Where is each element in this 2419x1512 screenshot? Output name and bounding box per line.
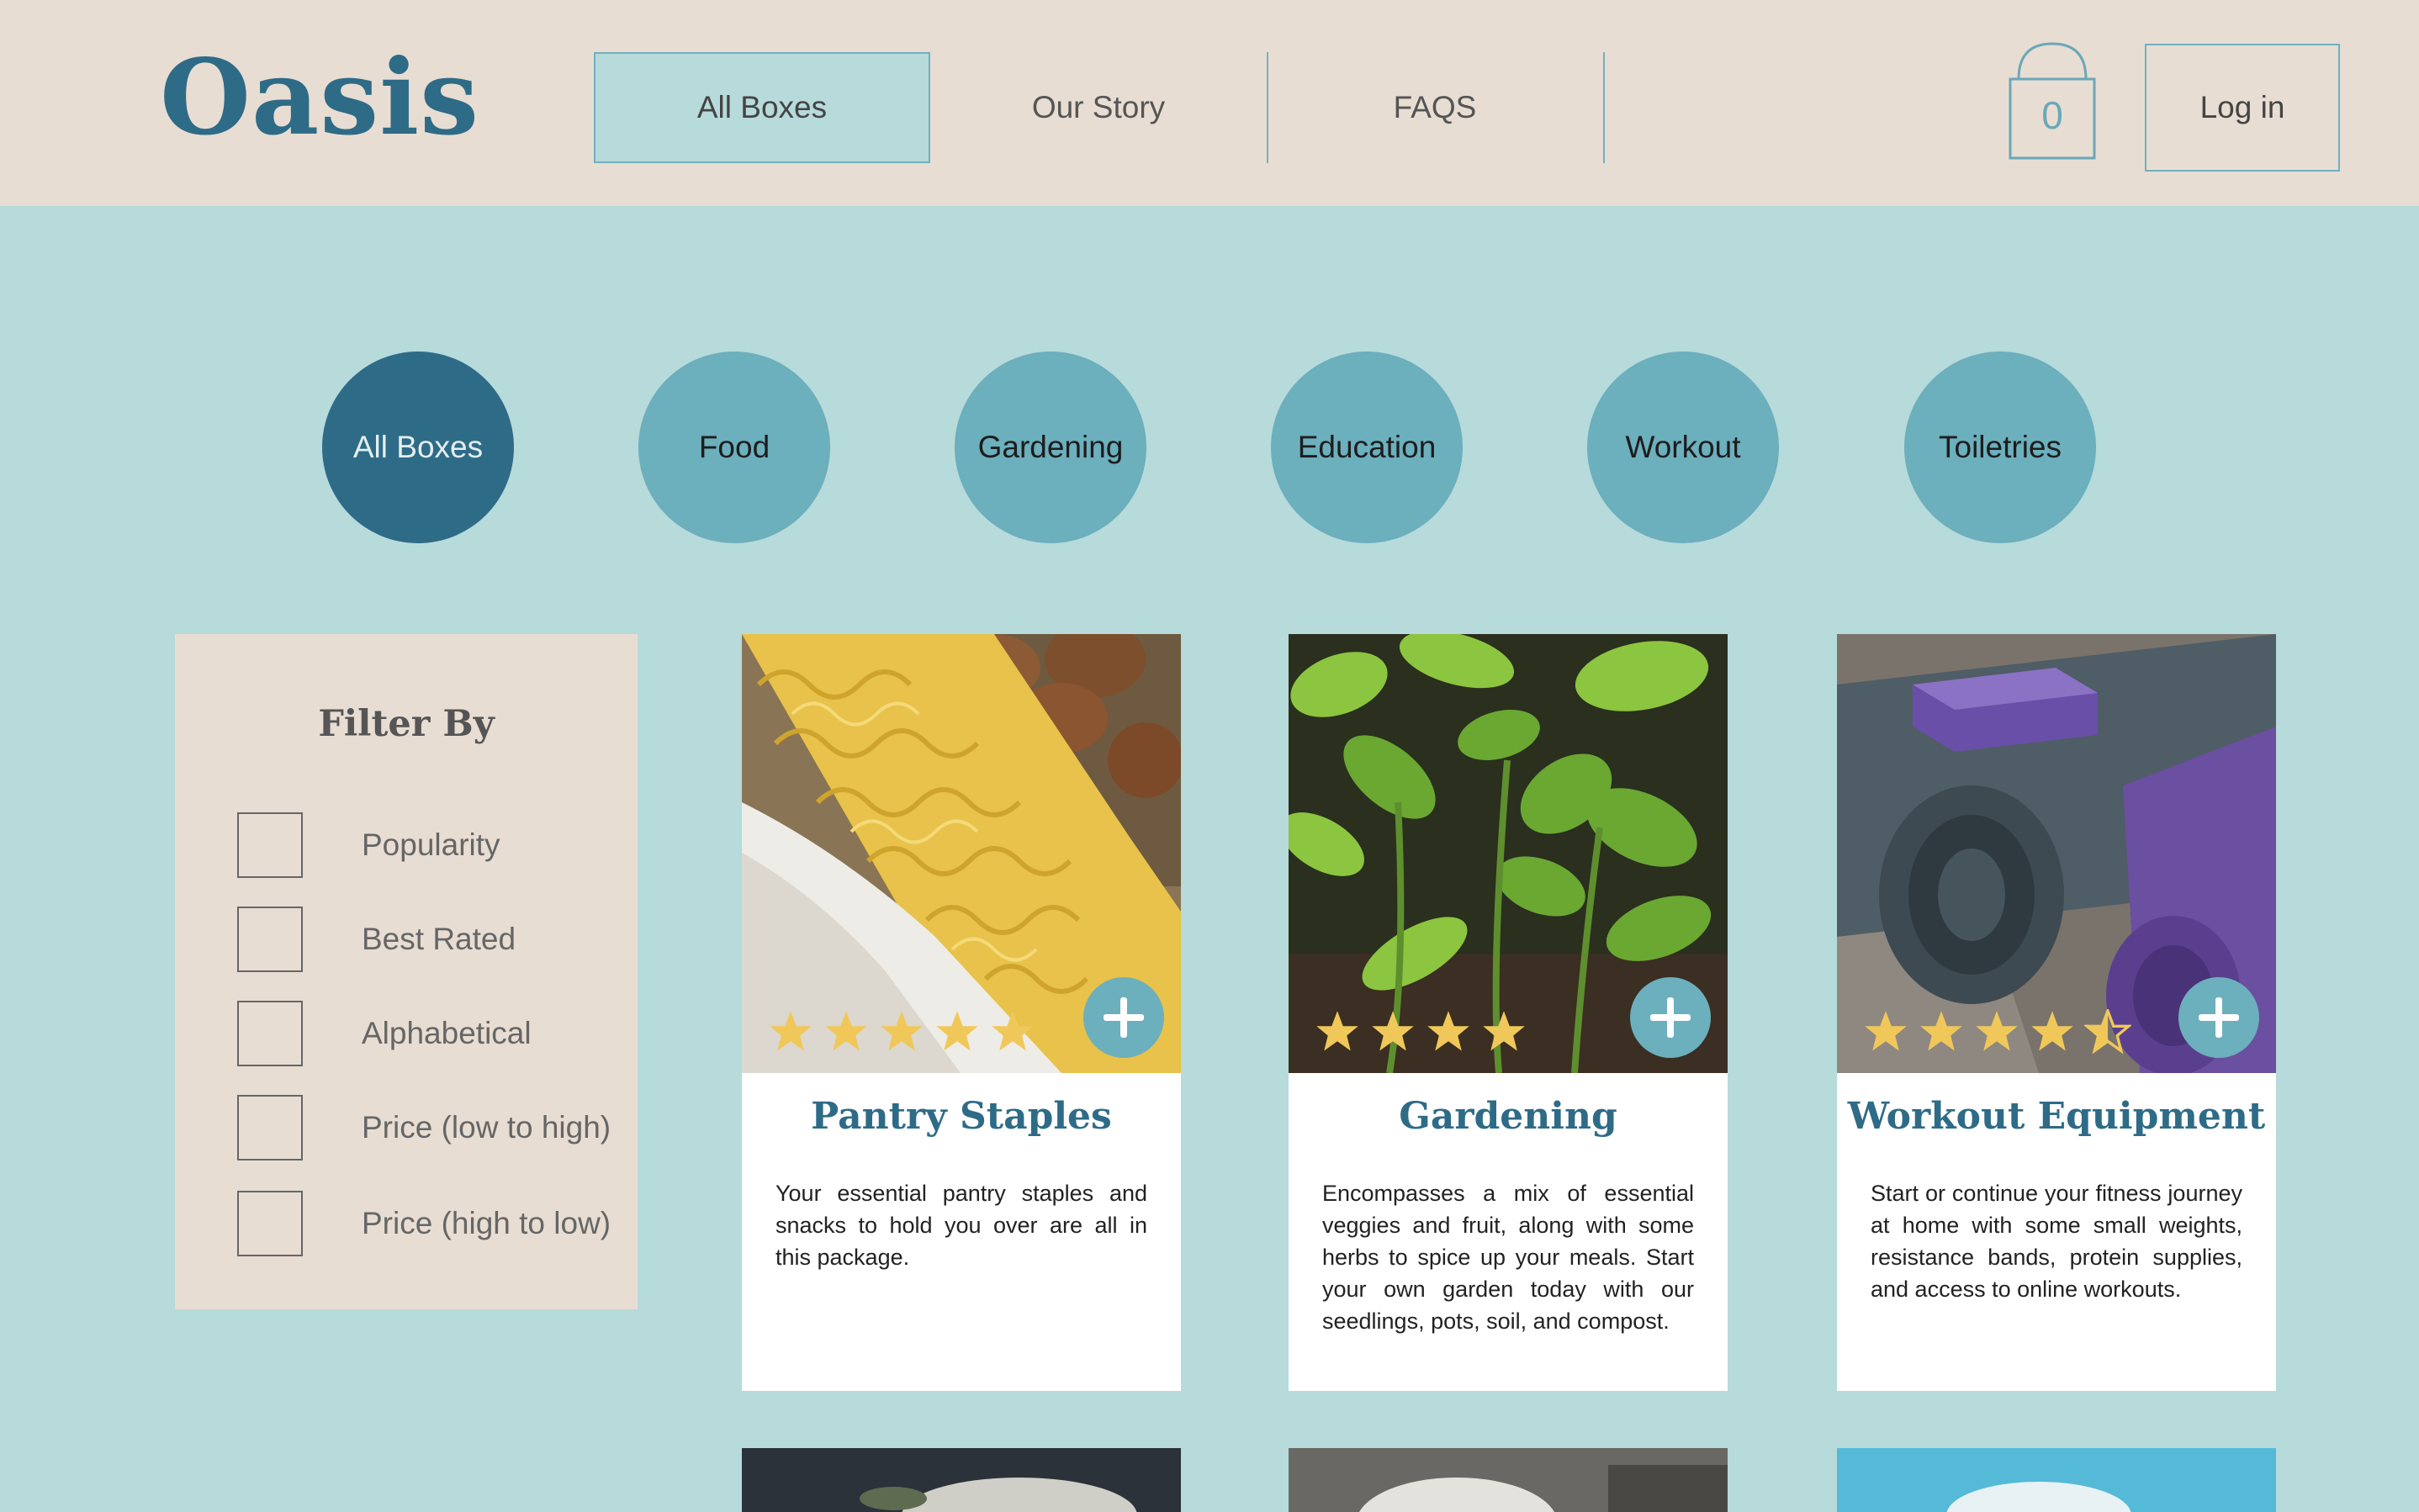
product-description: Start or continue your fitness journey a… xyxy=(1871,1181,2242,1302)
filter-option-popularity[interactable]: Popularity xyxy=(237,812,624,878)
filter-checkbox[interactable] xyxy=(237,1001,303,1066)
add-to-cart-button[interactable] xyxy=(2178,977,2259,1058)
star-icon xyxy=(1920,1011,1962,1051)
product-image-workout[interactable] xyxy=(1837,634,2276,1073)
add-to-cart-button[interactable] xyxy=(1083,977,1164,1058)
filter-option-alphabetical[interactable]: Alphabetical xyxy=(237,1001,624,1066)
nav-faqs[interactable]: FAQS xyxy=(1267,52,1603,163)
product-card-workout[interactable]: Workout Equipment Start or continue your… xyxy=(1837,634,2276,1391)
filter-label: Alphabetical xyxy=(362,1016,532,1050)
star-icon xyxy=(1483,1011,1525,1051)
cart-count: 0 xyxy=(2041,93,2063,137)
category-all-boxes[interactable]: All Boxes xyxy=(322,352,514,543)
category-workout[interactable]: Workout xyxy=(1587,352,1779,543)
cart-button[interactable]: 0 xyxy=(2009,40,2096,160)
category-toiletries[interactable]: Toiletries xyxy=(1904,352,2096,543)
site-header: Oasis All Boxes Our Story FAQS 0 Log in xyxy=(0,0,2419,206)
product-title[interactable]: Workout Equipment xyxy=(1837,1095,2276,1138)
product-image-gardening[interactable] xyxy=(1289,634,1728,1073)
rating-stars xyxy=(1314,1009,1527,1055)
filter-panel: Filter By Popularity Best Rated Alphabet… xyxy=(175,634,638,1309)
half-star-icon xyxy=(2084,1009,2131,1055)
filter-label: Price (high to low) xyxy=(362,1206,611,1240)
filter-checkbox[interactable] xyxy=(237,907,303,972)
nav-our-story[interactable]: Our Story xyxy=(930,52,1267,163)
filter-checkbox[interactable] xyxy=(237,1191,303,1256)
star-icon xyxy=(1865,1011,1907,1051)
star-icon xyxy=(1316,1011,1358,1051)
category-food[interactable]: Food xyxy=(638,352,830,543)
product-card-gardening[interactable]: Gardening Encompasses a mix of essential… xyxy=(1289,634,1728,1391)
product-card-pantry[interactable]: Pantry Staples Your essential pantry sta… xyxy=(742,634,1181,1391)
filter-label: Popularity xyxy=(362,827,500,862)
rating-stars xyxy=(1862,1009,2131,1055)
product-title[interactable]: Pantry Staples xyxy=(742,1095,1181,1138)
peek-image xyxy=(1289,1448,1728,1512)
star-icon xyxy=(1976,1011,2018,1051)
nav-divider xyxy=(1603,52,1605,163)
star-icon xyxy=(936,1011,978,1051)
product-image-peek[interactable] xyxy=(742,1448,1181,1512)
filter-label: Price (low to high) xyxy=(362,1110,611,1145)
star-icon xyxy=(992,1011,1034,1051)
product-title[interactable]: Gardening xyxy=(1289,1095,1728,1138)
star-icon xyxy=(881,1011,923,1051)
product-image-peek[interactable] xyxy=(1837,1448,2276,1512)
filter-option-best-rated[interactable]: Best Rated xyxy=(237,907,624,972)
category-gardening[interactable]: Gardening xyxy=(955,352,1146,543)
product-image-pantry[interactable] xyxy=(742,634,1181,1073)
product-description: Encompasses a mix of essential veggies a… xyxy=(1322,1181,1694,1334)
product-description: Your essential pantry staples and snacks… xyxy=(775,1181,1147,1270)
product-image-peek[interactable] xyxy=(1289,1448,1728,1512)
star-icon xyxy=(825,1011,867,1051)
add-to-cart-button[interactable] xyxy=(1630,977,1711,1058)
star-icon xyxy=(770,1011,812,1051)
filter-title: Filter By xyxy=(318,703,495,745)
filter-label: Best Rated xyxy=(362,922,516,956)
login-button[interactable]: Log in xyxy=(2145,44,2340,172)
category-education[interactable]: Education xyxy=(1271,352,1463,543)
filter-option-price-low-high[interactable]: Price (low to high) xyxy=(237,1095,624,1160)
site-logo[interactable]: Oasis xyxy=(160,46,479,151)
peek-image xyxy=(1837,1448,2276,1512)
star-icon xyxy=(1372,1011,1414,1051)
rating-stars xyxy=(767,1009,1036,1055)
filter-checkbox[interactable] xyxy=(237,1095,303,1160)
filter-checkbox[interactable] xyxy=(237,812,303,878)
nav-all-boxes[interactable]: All Boxes xyxy=(594,52,930,163)
star-icon xyxy=(2031,1011,2073,1051)
filter-option-price-high-low[interactable]: Price (high to low) xyxy=(237,1191,624,1256)
peek-image xyxy=(742,1448,1181,1512)
star-icon xyxy=(1427,1011,1469,1051)
